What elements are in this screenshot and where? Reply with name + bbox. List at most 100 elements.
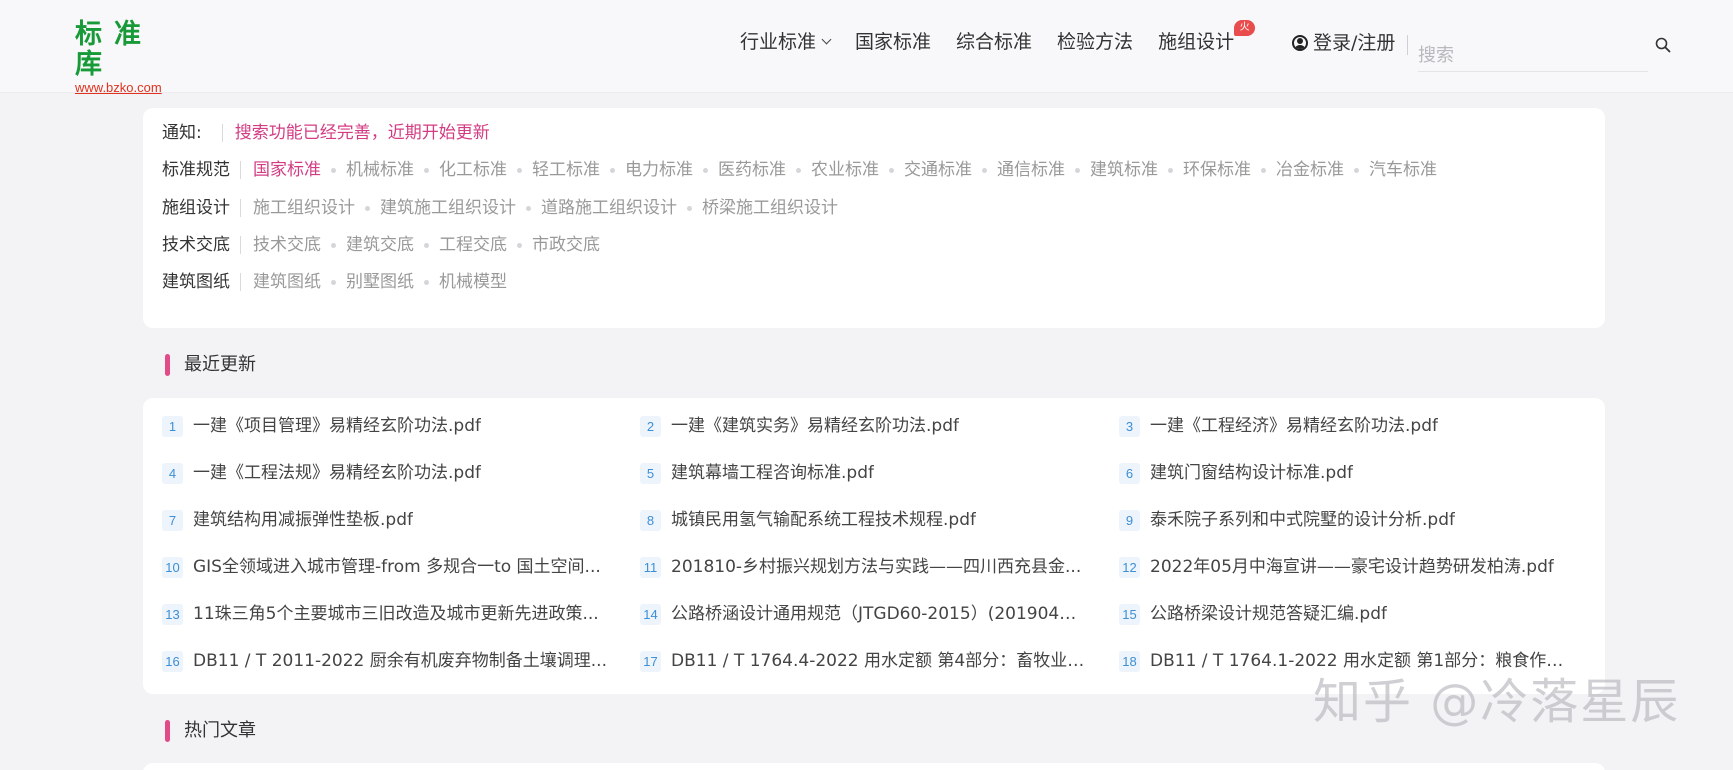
category-link[interactable]: 交通标准 xyxy=(904,158,972,182)
nav-label: 检验方法 xyxy=(1057,31,1134,53)
category-link[interactable]: 建筑交底 xyxy=(346,233,414,257)
category-link[interactable]: 建筑施工组织设计 xyxy=(380,196,516,220)
bullet-dot xyxy=(517,242,522,248)
category-link[interactable]: 建筑标准 xyxy=(1090,158,1158,182)
item-title[interactable]: DB11 / T 1764.1-2022 用水定额 第1部分：粮食作物... xyxy=(1150,648,1565,674)
category-row: 施组设计 施工组织设计 建筑施工组织设计 道路施工组织设计 桥梁施工组织设计 xyxy=(162,196,838,220)
bullet-dot xyxy=(365,205,370,211)
item-title[interactable]: 2022年05月中海宣讲——豪宅设计趋势研发柏涛.pdf xyxy=(1150,554,1554,580)
logo-url[interactable]: www.bzko.com xyxy=(75,81,185,95)
section-title: 热门文章 xyxy=(184,720,256,741)
recent-list: 1 一建《项目管理》易精经玄阶功法.pdf 2 一建《建筑实务》易精经玄阶功法.pdf… xyxy=(143,398,1605,694)
list-item[interactable]: 17 DB11 / T 1764.4-2022 用水定额 第4部分：畜牧业.pdf xyxy=(640,648,1086,674)
item-title[interactable]: 一建《建筑实务》易精经玄阶功法.pdf xyxy=(671,413,959,439)
list-item[interactable]: 10 GIS全领域进入城市管理-from 多规合一to 国土空间... xyxy=(162,554,601,580)
list-item[interactable]: 5 建筑幕墙工程咨询标准.pdf xyxy=(640,460,874,486)
nav-general-standards[interactable]: 综合标准 xyxy=(956,28,1032,56)
login-register-link[interactable]: 登录/注册 xyxy=(1292,30,1395,56)
list-item[interactable]: 15 公路桥梁设计规范答疑汇编.pdf xyxy=(1119,601,1387,627)
item-title[interactable]: 201810-乡村振兴规划方法与实践——四川西充县金... xyxy=(671,554,1081,580)
notice-text[interactable]: 搜索功能已经完善，近期开始更新 xyxy=(235,121,490,145)
item-title[interactable]: 建筑门窗结构设计标准.pdf xyxy=(1150,460,1353,486)
item-title[interactable]: 公路桥梁设计规范答疑汇编.pdf xyxy=(1150,601,1387,627)
divider xyxy=(240,236,241,254)
item-number: 9 xyxy=(1119,509,1140,531)
item-title[interactable]: 一建《工程法规》易精经玄阶功法.pdf xyxy=(193,460,481,486)
nav-industry-standards[interactable]: 行业标准 xyxy=(740,28,832,56)
nav-label: 施组设计 xyxy=(1158,31,1235,53)
category-link[interactable]: 桥梁施工组织设计 xyxy=(702,196,838,220)
item-number: 8 xyxy=(640,509,661,531)
category-link[interactable]: 市政交底 xyxy=(532,233,600,257)
list-item[interactable]: 9 泰禾院子系列和中式院墅的设计分析.pdf xyxy=(1119,507,1455,533)
item-title[interactable]: DB11 / T 2011-2022 厨余有机废弃物制备土壤调理... xyxy=(193,648,607,674)
category-link[interactable]: 别墅图纸 xyxy=(346,270,414,294)
list-item[interactable]: 6 建筑门窗结构设计标准.pdf xyxy=(1119,460,1353,486)
section-title: 最近更新 xyxy=(184,354,256,375)
nav-national-standards[interactable]: 国家标准 xyxy=(855,28,931,56)
item-title[interactable]: 一建《工程经济》易精经玄阶功法.pdf xyxy=(1150,413,1438,439)
category-link[interactable]: 化工标准 xyxy=(439,158,507,182)
item-title[interactable]: 建筑幕墙工程咨询标准.pdf xyxy=(671,460,874,486)
category-label: 标准规范 xyxy=(162,160,230,180)
nav-test-methods[interactable]: 检验方法 xyxy=(1057,28,1133,56)
bullet-dot xyxy=(610,167,615,173)
category-link[interactable]: 国家标准 xyxy=(253,158,321,182)
category-link[interactable]: 农业标准 xyxy=(811,158,879,182)
item-title[interactable]: 公路桥涵设计通用规范（JTGD60-2015）(20190424... xyxy=(671,601,1086,627)
section-bar xyxy=(165,354,170,376)
category-link[interactable]: 环保标准 xyxy=(1183,158,1251,182)
list-item[interactable]: 8 城镇民用氢气输配系统工程技术规程.pdf xyxy=(640,507,976,533)
category-link[interactable]: 通信标准 xyxy=(997,158,1065,182)
item-number: 1 xyxy=(162,415,183,437)
list-item[interactable]: 7 建筑结构用减振弹性垫板.pdf xyxy=(162,507,413,533)
item-title[interactable]: GIS全领域进入城市管理-from 多规合一to 国土空间... xyxy=(193,554,601,580)
search-icon[interactable] xyxy=(1655,37,1671,53)
item-title[interactable]: DB11 / T 1764.4-2022 用水定额 第4部分：畜牧业.pdf xyxy=(671,648,1086,674)
item-title[interactable]: 泰禾院子系列和中式院墅的设计分析.pdf xyxy=(1150,507,1455,533)
category-link[interactable]: 汽车标准 xyxy=(1369,158,1437,182)
category-link[interactable]: 道路施工组织设计 xyxy=(541,196,677,220)
item-number: 17 xyxy=(640,650,661,672)
item-title[interactable]: 11珠三角5个主要城市三旧改造及城市更新先进政策... xyxy=(193,601,599,627)
list-item[interactable]: 14 公路桥涵设计通用规范（JTGD60-2015）(20190424... xyxy=(640,601,1086,627)
bullet-dot xyxy=(1261,167,1266,173)
divider xyxy=(240,161,241,179)
category-link[interactable]: 机械标准 xyxy=(346,158,414,182)
item-title[interactable]: 城镇民用氢气输配系统工程技术规程.pdf xyxy=(671,507,976,533)
item-number: 6 xyxy=(1119,462,1140,484)
bullet-dot xyxy=(703,167,708,173)
item-number: 16 xyxy=(162,650,183,672)
list-item[interactable]: 4 一建《工程法规》易精经玄阶功法.pdf xyxy=(162,460,481,486)
item-number: 14 xyxy=(640,603,661,625)
item-title[interactable]: 建筑结构用减振弹性垫板.pdf xyxy=(193,507,413,533)
category-link[interactable]: 技术交底 xyxy=(253,233,321,257)
list-item[interactable]: 1 一建《项目管理》易精经玄阶功法.pdf xyxy=(162,413,481,439)
item-number: 11 xyxy=(640,556,661,578)
category-link[interactable]: 轻工标准 xyxy=(532,158,600,182)
category-link[interactable]: 医药标准 xyxy=(718,158,786,182)
bullet-dot xyxy=(1168,167,1173,173)
category-link[interactable]: 机械模型 xyxy=(439,270,507,294)
category-link[interactable]: 施工组织设计 xyxy=(253,196,355,220)
bullet-dot xyxy=(424,242,429,248)
category-link[interactable]: 电力标准 xyxy=(625,158,693,182)
list-item[interactable]: 2 一建《建筑实务》易精经玄阶功法.pdf xyxy=(640,413,959,439)
list-item[interactable]: 12 2022年05月中海宣讲——豪宅设计趋势研发柏涛.pdf xyxy=(1119,554,1554,580)
list-item[interactable]: 18 DB11 / T 1764.1-2022 用水定额 第1部分：粮食作物... xyxy=(1119,648,1565,674)
category-link[interactable]: 工程交底 xyxy=(439,233,507,257)
list-item[interactable]: 11 201810-乡村振兴规划方法与实践——四川西充县金... xyxy=(640,554,1081,580)
hot-list xyxy=(143,763,1605,770)
item-title[interactable]: 一建《项目管理》易精经玄阶功法.pdf xyxy=(193,413,481,439)
category-link[interactable]: 冶金标准 xyxy=(1276,158,1344,182)
bullet-dot xyxy=(526,205,531,211)
list-item[interactable]: 3 一建《工程经济》易精经玄阶功法.pdf xyxy=(1119,413,1438,439)
nav-construction-design[interactable]: 施组设计火 xyxy=(1158,20,1256,56)
search-input[interactable] xyxy=(1418,36,1648,72)
category-link[interactable]: 建筑图纸 xyxy=(253,270,321,294)
site-logo[interactable]: 标准库 www.bzko.com xyxy=(75,20,185,95)
list-item[interactable]: 16 DB11 / T 2011-2022 厨余有机废弃物制备土壤调理... xyxy=(162,648,607,674)
list-item[interactable]: 13 11珠三角5个主要城市三旧改造及城市更新先进政策... xyxy=(162,601,599,627)
watermark: 知乎 @冷落星辰 xyxy=(1313,674,1681,730)
bullet-dot xyxy=(331,242,336,248)
